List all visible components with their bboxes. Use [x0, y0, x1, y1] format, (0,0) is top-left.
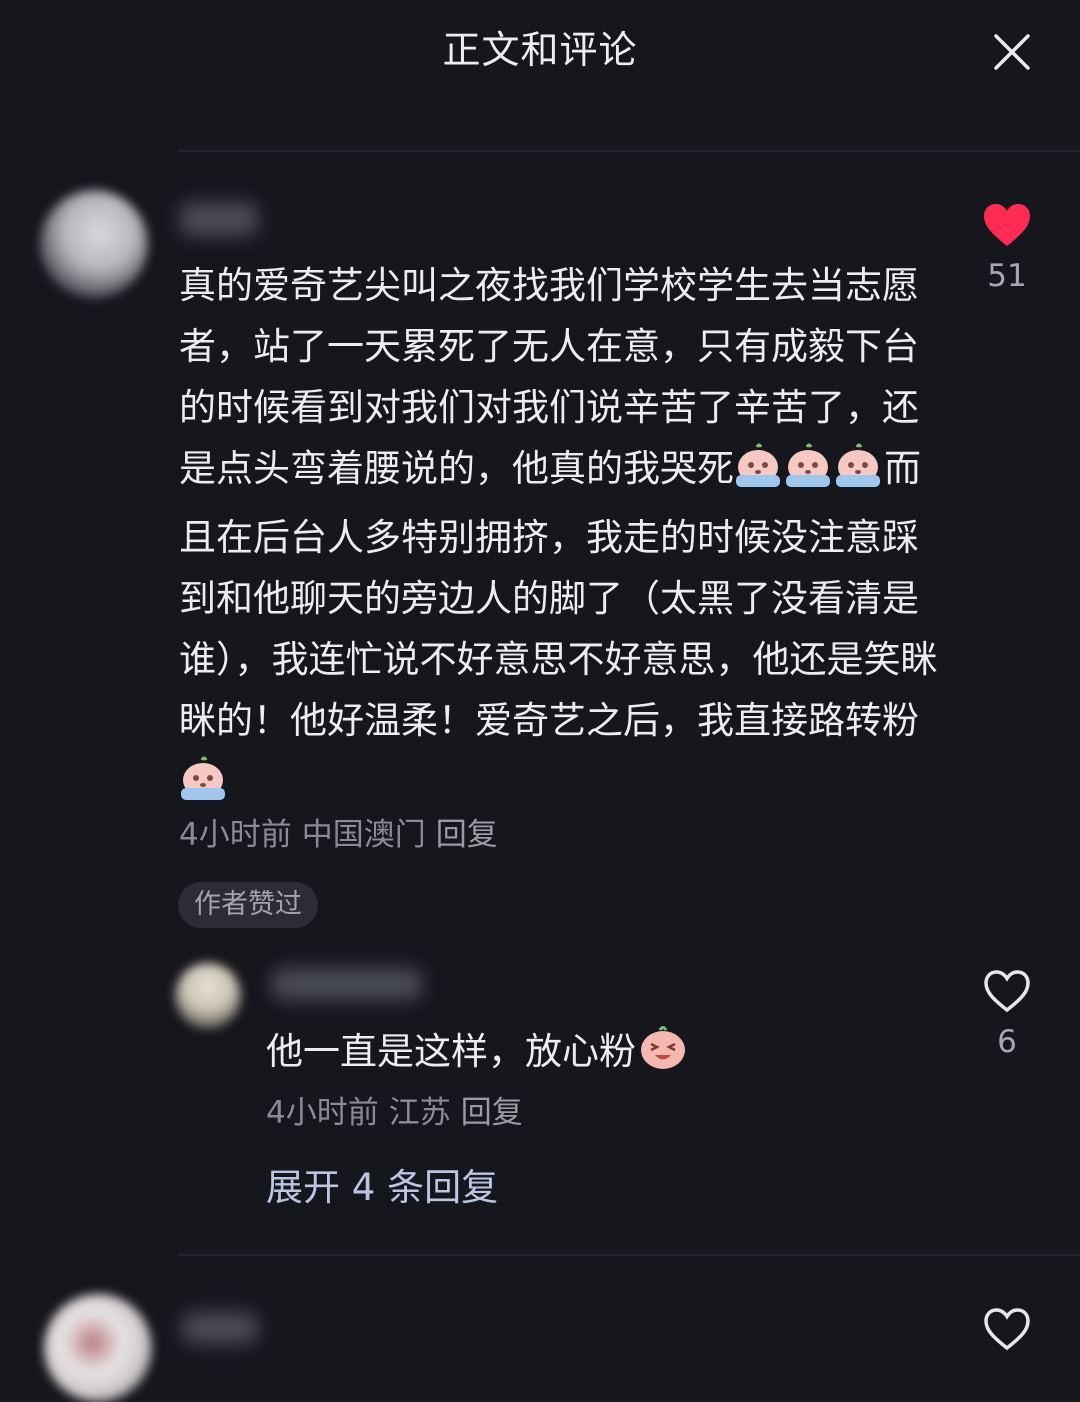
author-liked-badge: 作者赞过 [178, 882, 318, 928]
page-title: 正文和评论 [442, 28, 638, 72]
header-divider [178, 150, 1080, 152]
comments-header: 正文和评论 [0, 0, 1080, 100]
reply-text: 他一直是这样，放心粉 [266, 1024, 688, 1086]
reply-like[interactable]: 6 [967, 968, 1047, 1062]
comment-time: 4小时前 [179, 817, 292, 853]
heart-outline-icon [984, 970, 1030, 1013]
crying-emoji-icon [179, 756, 229, 820]
laughing-emoji-icon [636, 1024, 688, 1086]
reply-button[interactable]: 回复 [436, 817, 498, 853]
close-button[interactable] [984, 24, 1040, 80]
reply-meta: 4小时前 江苏 回复 [266, 1093, 533, 1133]
comment-text: 真的爱奇艺尖叫之夜找我们学校学生去当志愿者，站了一天累死了无人在意，只有成毅下台… [179, 255, 939, 820]
reply-time: 4小时前 [266, 1095, 379, 1131]
username-blurred[interactable] [180, 202, 258, 236]
next-comment-like[interactable] [967, 1306, 1047, 1356]
next-comment-username-blurred[interactable] [182, 1312, 258, 1344]
like-count: 51 [987, 258, 1027, 294]
comment-like[interactable]: 51 [967, 202, 1047, 296]
comment-location: 中国澳门 [301, 817, 426, 853]
comment-divider [178, 1254, 1080, 1256]
comments-page: 正文和评论 真的爱奇艺尖叫之夜找我们学校学生去当志愿者，站了一天累死了无人在意，… [0, 0, 1080, 1402]
comment-meta: 4小时前 中国澳门 回复 [179, 815, 508, 855]
reply-location: 江苏 [388, 1095, 451, 1131]
reply-avatar[interactable] [175, 963, 241, 1029]
reply-reply-button[interactable]: 回复 [461, 1095, 523, 1131]
heart-filled-icon [984, 204, 1030, 246]
next-comment-avatar[interactable] [44, 1294, 152, 1402]
avatar[interactable] [40, 190, 148, 298]
reply-like-count: 6 [997, 1024, 1017, 1060]
heart-outline-icon [984, 1308, 1030, 1351]
reply-username-blurred[interactable] [272, 968, 422, 1000]
crying-emoji-icon [734, 443, 884, 507]
close-icon [994, 34, 1030, 70]
expand-replies-button[interactable]: 展开 4 条回复 [266, 1162, 498, 1214]
reply-text-content: 他一直是这样，放心粉 [266, 1030, 636, 1073]
